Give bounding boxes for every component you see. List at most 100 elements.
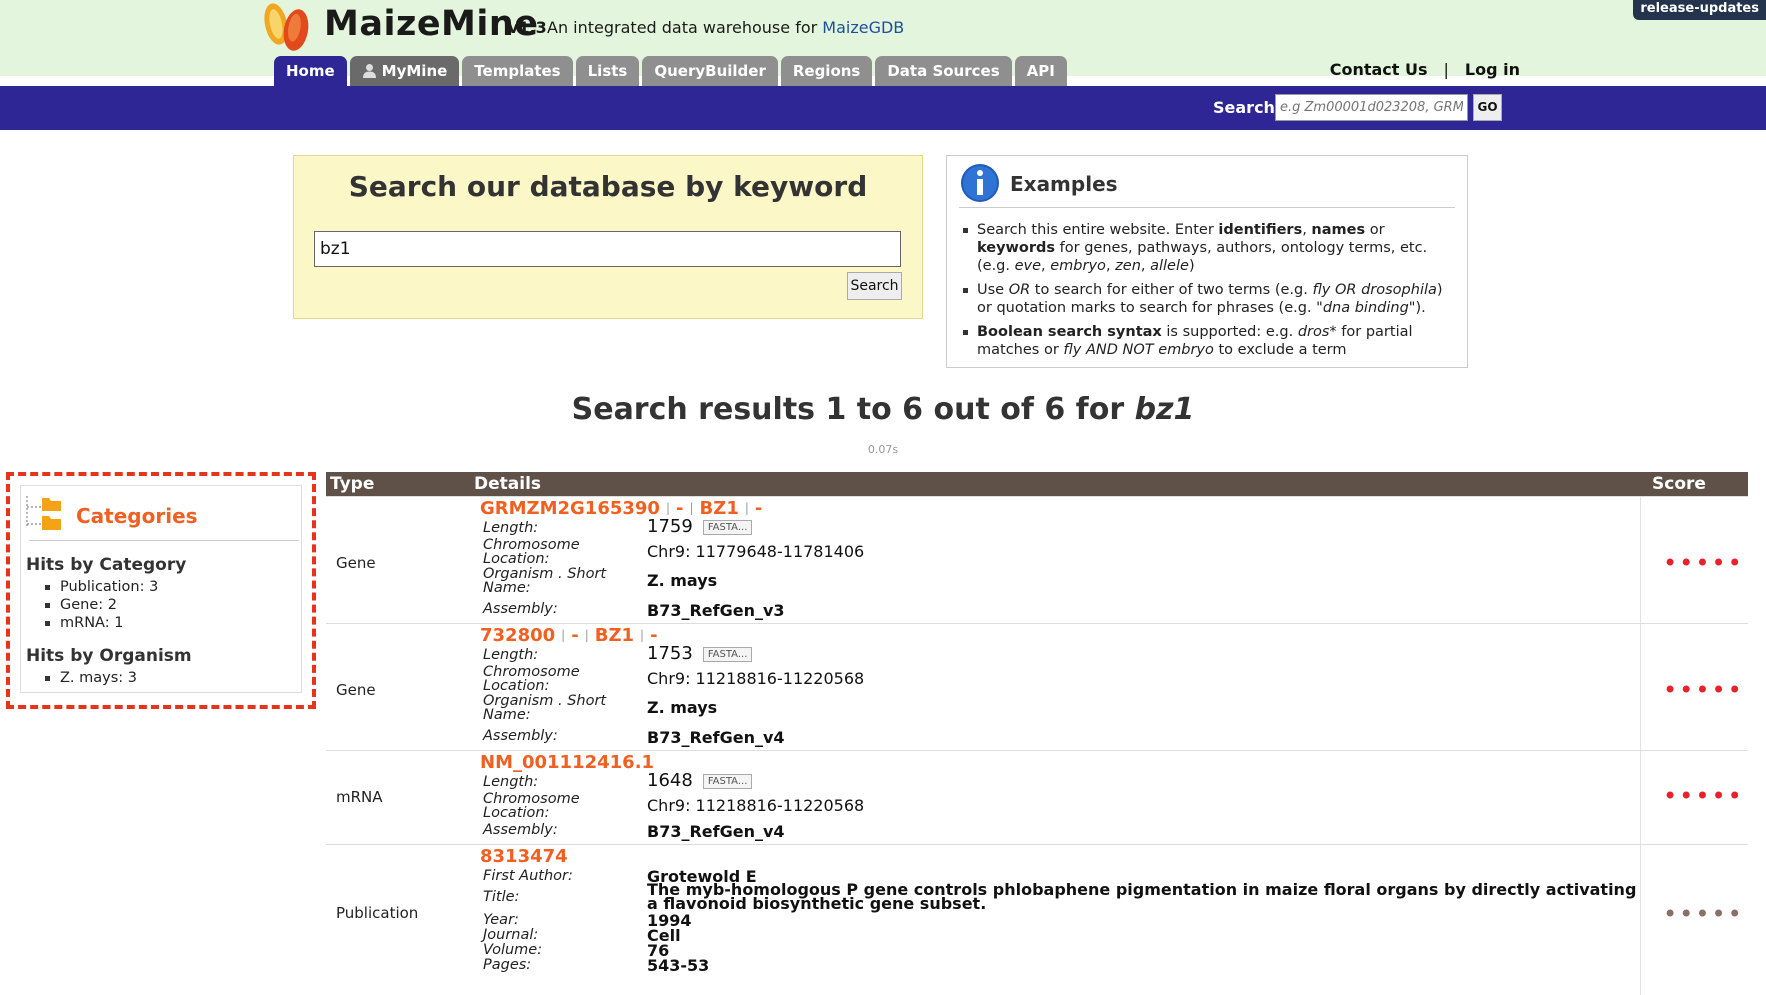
category-filter-mrna[interactable]: mRNA: 1	[43, 614, 158, 632]
hits-by-organism-list: Z. mays: 3	[43, 669, 137, 687]
keyword-search-box: Search our database by keyword Search	[293, 155, 923, 319]
quick-search-input[interactable]	[1275, 94, 1468, 121]
title-separator: |	[561, 628, 566, 642]
result-type: Gene	[336, 681, 376, 699]
results-heading: Search results 1 to 6 out of 6 for bz1	[0, 392, 1766, 427]
table-row: Gene 732800 | - | BZ1 | - Length: 1753 FASTA...…	[326, 623, 1748, 750]
tab-templates[interactable]: Templates	[462, 56, 573, 86]
hits-by-organism-heading: Hits by Organism	[26, 646, 192, 666]
column-header-type[interactable]: Type	[330, 474, 374, 494]
field-value-pages: 543-53	[647, 956, 710, 975]
field-label-length: Length:	[483, 647, 539, 663]
field-label-location: Location:	[483, 678, 550, 694]
example-item: Use OR to search for either of two terms…	[961, 281, 1461, 317]
info-icon	[961, 164, 999, 202]
fasta-button[interactable]: FASTA...	[702, 520, 753, 535]
field-value-assembly: B73_RefGen_v3	[647, 601, 785, 620]
example-item: Boolean search syntax is supported: e.g.…	[961, 323, 1461, 359]
result-title: 732800 | - | BZ1 | -	[480, 625, 658, 646]
top-links: Contact Us | Log in	[1330, 60, 1520, 79]
title-separator: |	[640, 628, 645, 642]
field-label-year: Year:	[483, 912, 519, 928]
examples-box: Examples Search this entire website. Ent…	[946, 155, 1468, 368]
table-row: Publication 8313474 First Author: Grotew…	[326, 844, 1748, 995]
categories-panel: Categories Hits by Category Publication:…	[20, 485, 302, 693]
contact-us-link[interactable]: Contact Us	[1330, 60, 1428, 79]
release-updates-badge[interactable]: release-updates	[1633, 0, 1766, 20]
user-icon	[362, 64, 376, 78]
examples-divider	[959, 207, 1455, 208]
keyword-search-button[interactable]: Search	[847, 272, 902, 300]
score-dots: •••••	[1663, 676, 1744, 704]
result-symbol-link[interactable]: BZ1	[595, 625, 634, 646]
folder-tree-icon	[26, 496, 61, 530]
result-field-link[interactable]: -	[755, 498, 762, 519]
result-field-link[interactable]: -	[571, 625, 578, 646]
tab-api[interactable]: API	[1014, 56, 1067, 86]
category-filter-publication[interactable]: Publication: 3	[43, 578, 158, 596]
tab-data-sources[interactable]: Data Sources	[875, 56, 1012, 86]
field-label-first-author: First Author:	[483, 868, 573, 884]
field-value-length: 1648 FASTA...	[647, 770, 753, 791]
score-dots: •••••	[1663, 549, 1744, 577]
categories-highlight: Categories Hits by Category Publication:…	[6, 472, 316, 709]
example-item: Search this entire website. Enter identi…	[961, 221, 1461, 275]
go-button[interactable]: GO	[1473, 94, 1502, 121]
fasta-button[interactable]: FASTA...	[702, 774, 753, 789]
title-separator: |	[665, 501, 671, 515]
field-value-chromosome-location: Chr9: 11779648-11781406	[647, 542, 865, 561]
field-label-assembly: Assembly:	[483, 728, 558, 744]
result-id-link[interactable]: NM_001112416.1	[480, 752, 654, 773]
app-name[interactable]: MaizeMine	[324, 4, 539, 44]
score-dots: •••••	[1663, 782, 1744, 810]
tab-mymine[interactable]: MyMine	[349, 56, 460, 86]
categories-divider	[29, 540, 299, 541]
tab-lists[interactable]: Lists	[575, 56, 640, 86]
tab-regions[interactable]: Regions	[780, 56, 873, 86]
result-id-link[interactable]: 732800	[480, 625, 555, 646]
length-value: 1648	[647, 770, 693, 791]
results-heading-text: Search results 1 to 6 out of 6 for	[571, 392, 1135, 427]
title-separator: |	[744, 501, 749, 515]
main-tabs: Home MyMine Templates Lists QueryBuilder…	[274, 56, 1067, 86]
maize-logo-icon[interactable]	[258, 0, 318, 56]
field-value-length: 1759 FASTA...	[647, 516, 753, 537]
result-id-link[interactable]: 8313474	[480, 846, 568, 867]
score-column-divider	[1640, 845, 1641, 995]
title-separator: |	[584, 628, 589, 642]
tagline-text: An integrated data warehouse for	[547, 18, 823, 37]
field-value-organism: Z. mays	[647, 571, 718, 590]
field-value-chromosome-location: Chr9: 11218816-11220568	[647, 669, 865, 688]
field-label-chromosome: Chromosome	[483, 791, 580, 807]
hits-by-category-heading: Hits by Category	[26, 555, 187, 575]
result-type: mRNA	[336, 788, 383, 806]
tab-querybuilder[interactable]: QueryBuilder	[642, 56, 778, 86]
field-label-name: Name:	[483, 707, 531, 723]
table-row: mRNA NM_001112416.1 Length: 1648 FASTA...…	[326, 750, 1748, 844]
tab-home[interactable]: Home	[274, 56, 347, 86]
field-label-chromosome: Chromosome	[483, 664, 580, 680]
keyword-search-input[interactable]	[314, 231, 901, 267]
field-label-chromosome: Chromosome	[483, 537, 580, 553]
app-version: v1.3	[508, 18, 547, 37]
score-column-divider	[1640, 751, 1641, 844]
field-label-assembly: Assembly:	[483, 822, 558, 838]
field-label-name: Name:	[483, 580, 531, 596]
keyword-search-title: Search our database by keyword	[348, 170, 868, 203]
link-separator: |	[1443, 60, 1449, 79]
maizegdb-link[interactable]: MaizeGDB	[822, 18, 904, 37]
result-type: Gene	[336, 554, 376, 572]
category-filter-gene[interactable]: Gene: 2	[43, 596, 158, 614]
organism-filter-z-mays[interactable]: Z. mays: 3	[43, 669, 137, 687]
column-header-score[interactable]: Score	[1652, 474, 1706, 494]
log-in-link[interactable]: Log in	[1465, 60, 1520, 79]
result-id-link[interactable]: GRMZM2G165390	[480, 498, 660, 519]
field-label-length: Length:	[483, 774, 539, 790]
field-label-location: Location:	[483, 805, 550, 821]
column-header-details[interactable]: Details	[474, 474, 541, 494]
results-search-term: bz1	[1134, 392, 1195, 427]
field-label-assembly: Assembly:	[483, 601, 558, 617]
score-dots: •••••	[1663, 900, 1744, 928]
field-label-location: Location:	[483, 551, 550, 567]
fasta-button[interactable]: FASTA...	[702, 647, 753, 662]
